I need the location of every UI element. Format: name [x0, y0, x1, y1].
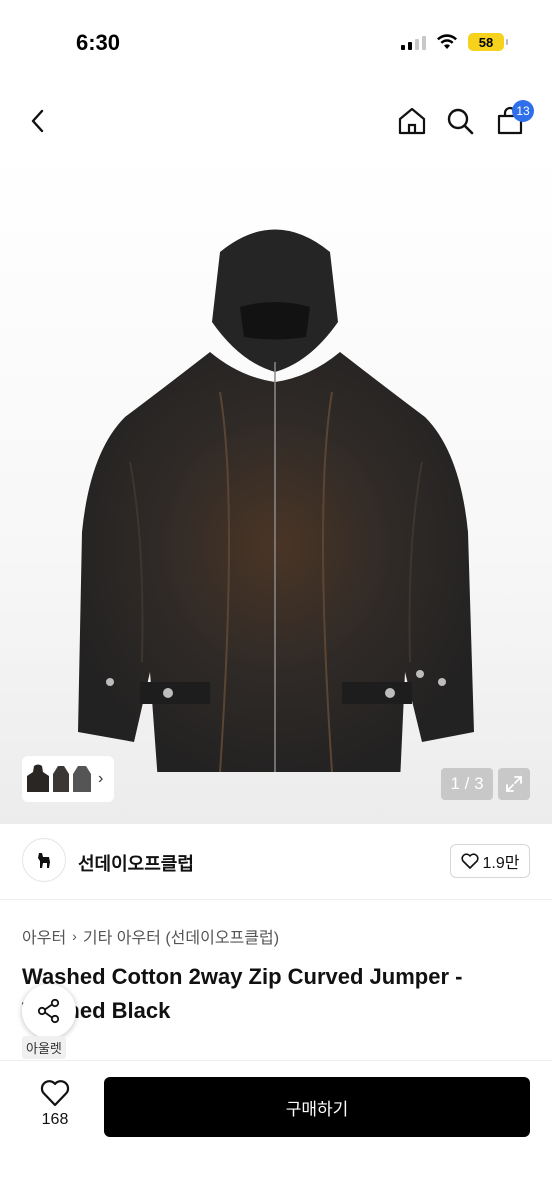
brand-like-count: 1.9만: [482, 855, 520, 872]
expand-image-button[interactable]: [498, 768, 530, 800]
breadcrumb: 아우터 › 기타 아우터 (선데이오프클럽): [22, 924, 279, 948]
cellular-signal-icon: [401, 34, 426, 50]
brand-row: 선데이오프클럽 1.9만: [0, 826, 552, 900]
back-icon: [31, 109, 44, 133]
back-button[interactable]: [16, 96, 60, 146]
top-nav: 13: [0, 96, 552, 148]
buy-button[interactable]: 구매하기: [104, 1077, 530, 1137]
wishlist-count: 168: [41, 1111, 69, 1128]
share-button[interactable]: [22, 984, 76, 1038]
search-button[interactable]: [438, 96, 482, 146]
breadcrumb-level1[interactable]: 아우터: [22, 924, 66, 948]
brand-name[interactable]: 선데이오프클럽: [78, 850, 194, 876]
expand-icon: [506, 776, 522, 792]
product-image-gallery[interactable]: › 1 / 3: [0, 152, 552, 824]
chevron-right-icon: ›: [72, 928, 77, 944]
search-icon: [447, 108, 474, 135]
thumbnail-strip[interactable]: ›: [22, 756, 114, 802]
product-photo: [78, 229, 474, 772]
wishlist-button[interactable]: 168: [30, 1079, 80, 1139]
home-icon: [398, 107, 426, 135]
cart-count-badge: 13: [512, 100, 534, 122]
breadcrumb-level2[interactable]: 기타 아우터 (선데이오프클럽): [83, 924, 279, 948]
wifi-icon: [437, 34, 457, 49]
chevron-right-icon: ›: [98, 770, 104, 787]
brand-logo[interactable]: [22, 838, 66, 882]
brand-like-button[interactable]: 1.9만: [450, 844, 530, 878]
status-time: 6:30: [76, 30, 121, 55]
cart-button[interactable]: 13: [488, 96, 534, 146]
bottom-action-bar: 168 구매하기: [0, 1060, 552, 1200]
share-icon: [37, 998, 60, 1024]
product-title: Washed Cotton 2way Zip Curved Jumper - W…: [22, 964, 463, 1023]
thumbnail-front: [27, 764, 49, 792]
thumbnail-side: [53, 766, 69, 792]
home-button[interactable]: [390, 96, 434, 146]
heart-icon: [40, 1080, 70, 1107]
image-page-indicator: 1 / 3: [441, 768, 493, 800]
thumbnail-back: [73, 766, 91, 792]
status-bar: 6:30 58: [0, 0, 552, 90]
battery-indicator: 58: [468, 33, 508, 51]
outlet-tag: 아울렛: [22, 1036, 66, 1059]
status-indicators: 58: [401, 33, 508, 51]
battery-level: 58: [478, 34, 494, 50]
heart-icon: [460, 853, 479, 869]
brand-dog-icon: [38, 853, 50, 868]
